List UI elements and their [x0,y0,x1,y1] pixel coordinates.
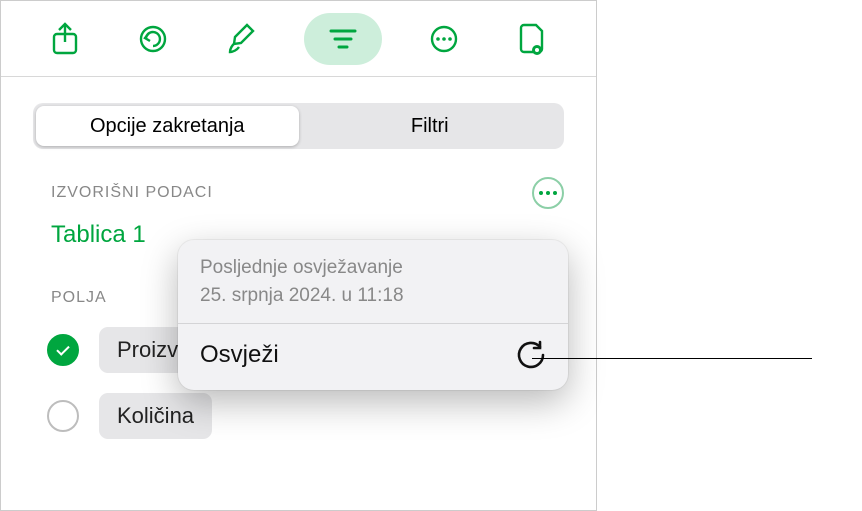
undo-icon [137,23,169,55]
last-refresh-date: 25. srpnja 2024. u 11:18 [200,282,546,310]
source-data-header: IZVORIŠNI PODACI [1,167,596,219]
ellipsis-icon [428,23,460,55]
callout-line [532,358,812,359]
refresh-label: Osvježi [200,341,279,369]
last-refresh-title: Posljednje osvježavanje [200,254,546,282]
field-checkbox-proizvod[interactable] [47,334,79,366]
source-data-label: IZVORIŠNI PODACI [51,184,532,202]
ellipsis-small-icon [538,190,558,196]
field-checkbox-kolicina[interactable] [47,400,79,432]
source-data-more-button[interactable] [532,177,564,209]
share-button[interactable] [39,13,91,65]
tabs-container: Opcije zakretanja Filtri [1,77,596,167]
organize-button[interactable] [304,13,382,65]
document-icon [518,22,546,56]
more-button[interactable] [418,13,470,65]
share-icon [51,22,79,56]
field-row-kolicina[interactable]: Količina [1,383,596,449]
document-view-button[interactable] [506,13,558,65]
undo-button[interactable] [127,13,179,65]
toolbar [1,1,596,77]
refresh-popover: Posljednje osvježavanje 25. srpnja 2024.… [178,240,568,390]
paintbrush-icon [226,22,256,56]
refresh-icon [516,340,546,370]
refresh-row[interactable]: Osvježi [178,324,568,390]
pivot-options-panel: Opcije zakretanja Filtri IZVORIŠNI PODAC… [0,0,597,511]
field-chip-kolicina[interactable]: Količina [99,393,212,439]
format-button[interactable] [215,13,267,65]
tab-pivot-options[interactable]: Opcije zakretanja [36,106,299,146]
last-refresh-info: Posljednje osvježavanje 25. srpnja 2024.… [178,240,568,324]
tab-filters[interactable]: Filtri [299,106,562,146]
segmented-control: Opcije zakretanja Filtri [33,103,564,149]
lines-icon [328,28,358,50]
